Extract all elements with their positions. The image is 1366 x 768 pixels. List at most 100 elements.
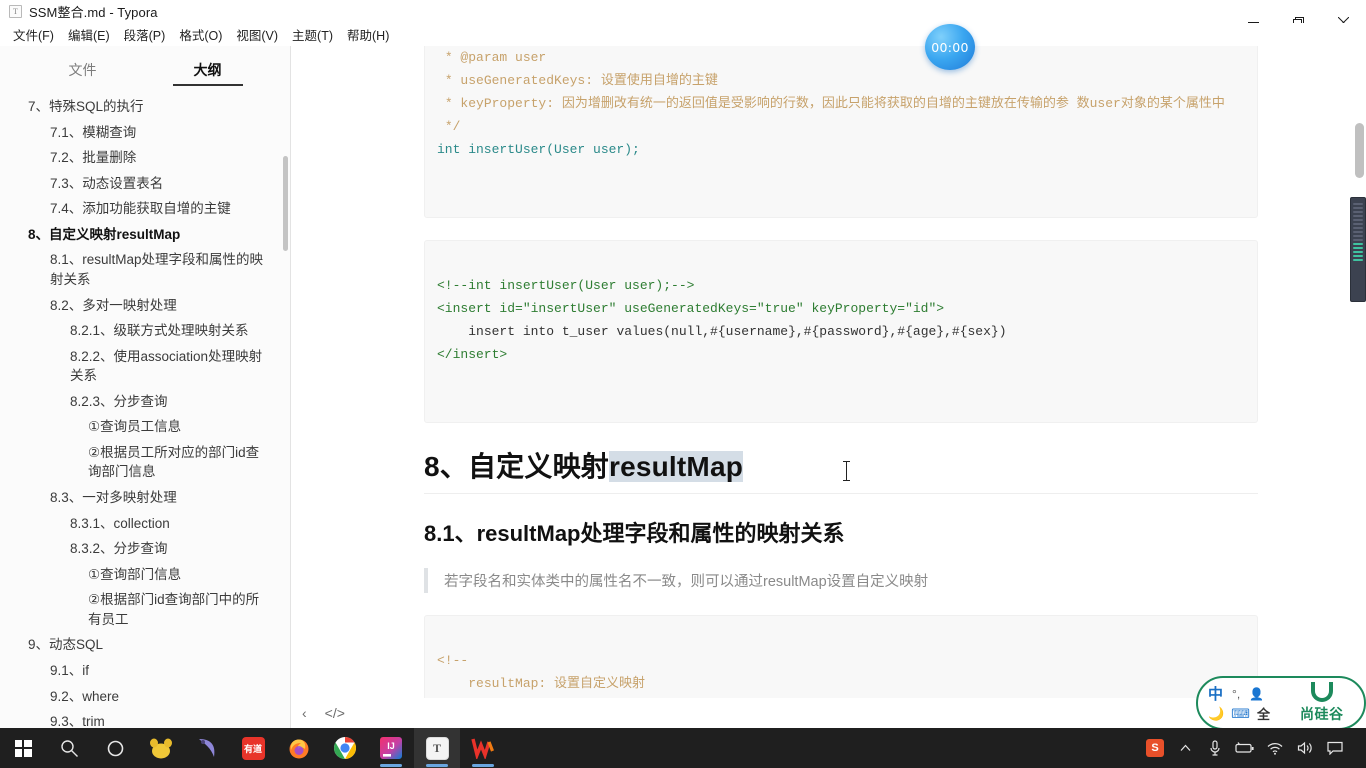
outline-item[interactable]: 8.1、resultMap处理字段和属性的映射关系: [0, 247, 290, 292]
outline-list: 7、特殊SQL的执行 7.1、模糊查询 7.2、批量删除 7.3、动态设置表名 …: [0, 86, 290, 728]
minimap-line-highlight: [1353, 255, 1363, 257]
source-code-mode-button[interactable]: </>: [325, 705, 345, 721]
code-block-comment[interactable]: <!-- resultMap: 设置自定义映射 属性: id: 表示自定义映射的…: [424, 615, 1258, 698]
taskbar-app-typora[interactable]: T: [414, 728, 460, 768]
outline-item[interactable]: 8.2.3、分步查询: [0, 389, 290, 415]
taskbar-app-firefox[interactable]: [276, 728, 322, 768]
windows-logo-icon: [14, 739, 32, 757]
outline-item[interactable]: 8.3、一对多映射处理: [0, 485, 290, 511]
outline-item[interactable]: 9.1、if: [0, 658, 290, 684]
blockquote[interactable]: 若字段名和实体类中的属性名不一致，则可以通过resultMap设置自定义映射: [424, 568, 1258, 593]
wifi-icon: [1267, 742, 1283, 755]
code-line: <insert id="insertUser" useGeneratedKeys…: [437, 301, 945, 316]
taskbar: 有道 IJ T S: [0, 728, 1366, 768]
minimap-line: [1353, 211, 1363, 213]
desktop: T SSM整合.md - Typora 文件(F) 编辑(E) 段落(P) 格式: [0, 0, 1366, 768]
menu-view[interactable]: 视图(V): [229, 23, 285, 46]
search-icon: [60, 739, 78, 757]
microphone-icon: [1210, 740, 1220, 756]
taskbar-app-chrome[interactable]: [322, 728, 368, 768]
minimap-line-highlight: [1353, 243, 1363, 245]
tray-notifications[interactable]: [1320, 728, 1350, 768]
moon-icon[interactable]: 🌙: [1208, 706, 1224, 722]
code-block-java[interactable]: * @param user * useGeneratedKeys: 设置使用自增…: [424, 46, 1258, 218]
heading-text: 8、自定义映射: [424, 451, 609, 482]
taskbar-app-1[interactable]: [138, 728, 184, 768]
menu-edit[interactable]: 编辑(E): [61, 23, 117, 46]
chrome-icon: [334, 737, 356, 759]
user-icon[interactable]: 👤: [1249, 687, 1264, 701]
tray-clock-area[interactable]: [1350, 728, 1366, 768]
cortana-button[interactable]: [92, 728, 138, 768]
svg-text:IJ: IJ: [387, 741, 395, 751]
code-line: <!--int insertUser(User user);-->: [437, 278, 695, 293]
ime-width-mode[interactable]: 全: [1257, 704, 1270, 723]
outline-item[interactable]: ②根据员工所对应的部门id查询部门信息: [0, 440, 290, 485]
outline-item[interactable]: 7、特殊SQL的执行: [0, 94, 290, 120]
outline-item[interactable]: 9.3、trim: [0, 709, 290, 728]
tray-overflow[interactable]: [1170, 728, 1200, 768]
outline-item-active[interactable]: 8、自定义映射resultMap: [0, 222, 290, 248]
tray-snipaste[interactable]: S: [1140, 728, 1170, 768]
app-yellow-icon: [150, 738, 172, 759]
outline-item[interactable]: 7.2、批量删除: [0, 145, 290, 171]
outline-item[interactable]: 7.1、模糊查询: [0, 120, 290, 146]
outline-item[interactable]: ①查询员工信息: [0, 414, 290, 440]
ime-row-bottom: 🌙 ⌨ 全: [1208, 704, 1270, 723]
ime-language-mode[interactable]: 中: [1208, 683, 1223, 704]
title-bar: T SSM整合.md - Typora: [0, 0, 1366, 28]
tray-network[interactable]: [1260, 728, 1290, 768]
section-heading[interactable]: 8.1、resultMap处理字段和属性的映射关系: [424, 516, 1258, 548]
typora-icon: T: [425, 736, 449, 760]
sidebar-tab-outline[interactable]: 大纲: [145, 60, 270, 86]
ime-punctuation-icon[interactable]: °,: [1232, 687, 1240, 701]
taskbar-app-wps[interactable]: [460, 728, 506, 768]
taskbar-app-intellij[interactable]: IJ: [368, 728, 414, 768]
menu-help[interactable]: 帮助(H): [340, 23, 396, 46]
minimap-line-highlight: [1353, 251, 1363, 253]
outline-item[interactable]: 7.3、动态设置表名: [0, 171, 290, 197]
taskbar-app-navicat[interactable]: [184, 728, 230, 768]
tray-battery[interactable]: [1230, 728, 1260, 768]
code-block-xml[interactable]: <!--int insertUser(User user);--> <inser…: [424, 240, 1258, 423]
minimap-line: [1353, 215, 1363, 217]
minimap-line-highlight: [1353, 247, 1363, 249]
sidebar-tab-files[interactable]: 文件: [20, 60, 145, 86]
tray-volume[interactable]: [1290, 728, 1320, 768]
taskbar-app-youdao[interactable]: 有道: [230, 728, 276, 768]
ime-brand-label: 尚硅谷: [1300, 706, 1344, 722]
minimap-line: [1353, 207, 1363, 209]
recording-timer-badge[interactable]: 00:00: [925, 24, 975, 70]
sidebar-scrollbar-thumb[interactable]: [283, 156, 288, 251]
menu-file[interactable]: 文件(F): [6, 23, 61, 46]
outline-toggle-button[interactable]: ‹: [302, 705, 307, 721]
page-title[interactable]: 8、自定义映射resultMap: [424, 445, 1258, 494]
snipaste-icon: S: [1146, 739, 1164, 757]
outline-item[interactable]: 8.2、多对一映射处理: [0, 293, 290, 319]
outline-item[interactable]: 9、动态SQL: [0, 632, 290, 658]
outline-item[interactable]: 9.2、where: [0, 684, 290, 710]
ime-brand-logo[interactable]: 尚硅谷: [1300, 682, 1344, 724]
menu-paragraph[interactable]: 段落(P): [117, 23, 173, 46]
menu-format[interactable]: 格式(O): [172, 23, 229, 46]
keyboard-icon[interactable]: ⌨: [1231, 706, 1250, 722]
outline-item[interactable]: 7.4、添加功能获取自增的主键: [0, 196, 290, 222]
outline-item[interactable]: 8.2.2、使用association处理映射关系: [0, 344, 290, 389]
editor-scrollbar-thumb[interactable]: [1355, 123, 1364, 178]
ime-floating-bar[interactable]: 中 °, 👤 🌙 ⌨ 全 尚硅谷: [1196, 676, 1366, 730]
outline-item[interactable]: ①查询部门信息: [0, 562, 290, 588]
outline-item[interactable]: 8.3.2、分步查询: [0, 536, 290, 562]
code-minimap[interactable]: [1350, 197, 1366, 302]
navicat-icon: [199, 739, 215, 757]
search-button[interactable]: [46, 728, 92, 768]
menu-theme[interactable]: 主题(T): [285, 23, 340, 46]
outline-item[interactable]: 8.2.1、级联方式处理映射关系: [0, 318, 290, 344]
minimap-line: [1353, 219, 1363, 221]
outline-item[interactable]: ②根据部门id查询部门中的所有员工: [0, 587, 290, 632]
start-button[interactable]: [0, 728, 46, 768]
outline-item[interactable]: 8.3.1、collection: [0, 511, 290, 537]
youdao-icon: 有道: [241, 736, 265, 760]
tray-microphone[interactable]: [1200, 728, 1230, 768]
editor-pane[interactable]: * @param user * useGeneratedKeys: 设置使用自增…: [292, 46, 1366, 698]
code-line: <!--: [437, 653, 469, 668]
